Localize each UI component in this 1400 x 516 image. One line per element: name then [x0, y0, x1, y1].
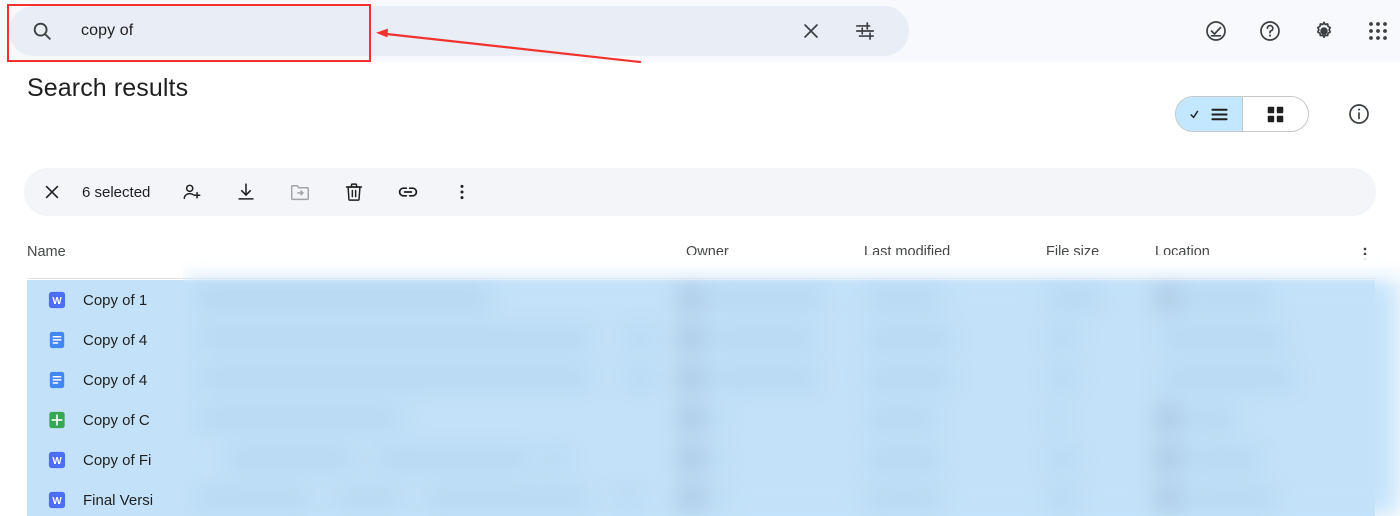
table-row[interactable]: Copy of 4	[27, 320, 1375, 360]
top-header-bar	[0, 0, 1400, 62]
column-header-last-modified[interactable]: Last modified	[864, 244, 950, 260]
table-row[interactable]: W Copy of Fi	[27, 440, 1375, 480]
table-row[interactable]: W Final Versi	[27, 480, 1375, 516]
clear-search-icon[interactable]	[789, 9, 833, 53]
column-header-owner[interactable]: Owner	[686, 244, 729, 260]
selection-count-label: 6 selected	[82, 183, 151, 201]
get-link-button[interactable]	[388, 172, 428, 212]
svg-text:W: W	[52, 296, 62, 307]
help-icon[interactable]	[1248, 9, 1292, 53]
search-icon	[30, 19, 54, 43]
file-name: Copy of Fi	[83, 451, 152, 469]
settings-gear-icon[interactable]	[1302, 9, 1346, 53]
drive-search-results-page: Search results	[0, 0, 1400, 516]
search-bar[interactable]	[9, 6, 909, 56]
svg-text:W: W	[52, 456, 62, 467]
offline-status-icon[interactable]	[1194, 9, 1238, 53]
header-divider	[27, 278, 1375, 279]
results-header: Search results	[0, 62, 1400, 132]
top-right-icon-group	[1194, 6, 1400, 56]
google-docs-icon	[47, 370, 67, 390]
delete-button[interactable]	[334, 172, 374, 212]
table-row[interactable]: W Copy of 1	[27, 280, 1375, 320]
apps-grid-icon[interactable]	[1356, 9, 1400, 53]
file-rows: W Copy of 1 Copy of 4 Copy of 4 Copy of …	[0, 280, 1400, 516]
selection-toolbar: 6 selected	[24, 168, 1376, 216]
word-doc-icon: W	[47, 290, 67, 310]
more-actions-button[interactable]	[442, 172, 482, 212]
file-list-table: Name Owner Last modified File size Locat…	[0, 238, 1400, 516]
column-options-icon[interactable]	[1356, 244, 1374, 264]
column-header-name[interactable]: Name	[27, 244, 66, 260]
share-button[interactable]	[172, 172, 212, 212]
table-row[interactable]: Copy of 4	[27, 360, 1375, 400]
file-name: Copy of 4	[83, 331, 148, 349]
details-info-icon[interactable]	[1343, 98, 1375, 130]
table-row[interactable]: Copy of C	[27, 400, 1375, 440]
svg-text:W: W	[52, 496, 62, 507]
google-docs-icon	[47, 330, 67, 350]
table-header-row: Name Owner Last modified File size Locat…	[0, 238, 1400, 279]
file-name: Copy of C	[83, 411, 150, 429]
clear-selection-icon[interactable]	[32, 172, 72, 212]
grid-layout-button[interactable]	[1241, 97, 1309, 131]
google-sheets-icon	[47, 410, 67, 430]
search-options-icon[interactable]	[843, 9, 887, 53]
view-layout-toggle	[1175, 96, 1309, 132]
column-header-location[interactable]: Location	[1155, 244, 1210, 260]
download-button[interactable]	[226, 172, 266, 212]
file-name: Copy of 4	[83, 371, 148, 389]
file-name: Final Versi	[83, 491, 154, 509]
word-doc-icon: W	[47, 450, 67, 470]
word-doc-icon: W	[47, 490, 67, 510]
move-to-folder-button	[280, 172, 320, 212]
column-header-file-size[interactable]: File size	[1046, 244, 1099, 260]
list-layout-button[interactable]	[1176, 97, 1242, 131]
search-input[interactable]	[81, 22, 789, 40]
page-title: Search results	[27, 74, 189, 102]
file-name: Copy of 1	[83, 291, 148, 309]
